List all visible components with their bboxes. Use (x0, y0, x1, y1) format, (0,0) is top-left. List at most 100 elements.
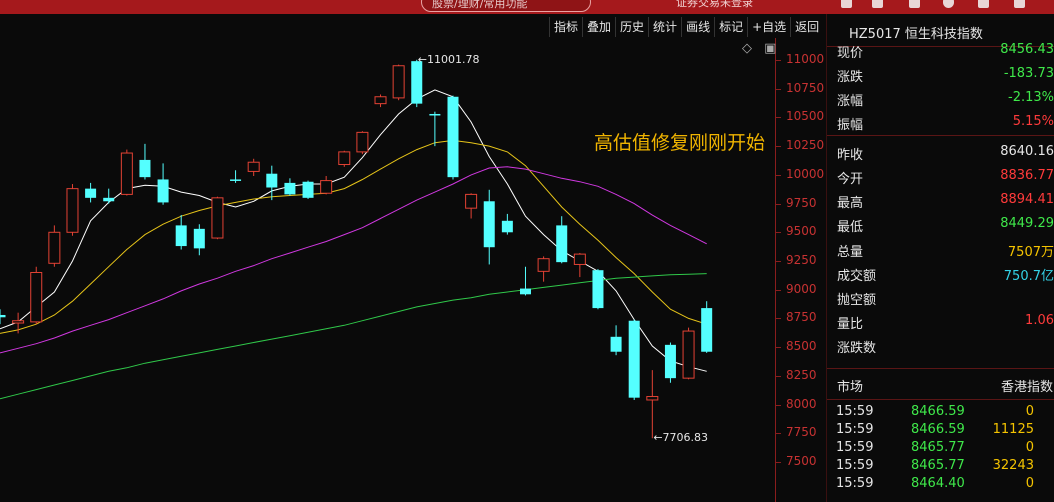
candle-body (447, 96, 459, 178)
y-tick-mark (776, 347, 781, 349)
market-label: 市场 (837, 380, 864, 395)
add-watchlist-button[interactable]: +自选 (747, 17, 791, 37)
chart-window-controls[interactable]: ◇ ▣ (742, 41, 780, 56)
candle-body (701, 308, 713, 352)
candle[interactable] (30, 266, 43, 325)
y-tick-mark (776, 174, 781, 176)
candle[interactable] (266, 165, 278, 201)
candle[interactable] (465, 193, 478, 219)
candle[interactable] (646, 370, 659, 439)
candle-body (537, 258, 550, 272)
candle[interactable] (429, 111, 441, 147)
candle[interactable] (682, 327, 695, 380)
candle[interactable] (230, 170, 242, 183)
candle[interactable] (556, 216, 568, 264)
candle[interactable] (120, 149, 133, 196)
tick-volume: 0 (1025, 476, 1034, 491)
tick-time: 15:59 (836, 458, 874, 473)
candle[interactable] (573, 252, 586, 278)
candle[interactable] (664, 342, 676, 383)
quote-value: 8894.41 (1000, 192, 1054, 207)
candle[interactable] (103, 188, 115, 204)
tick-price: 8465.77 (911, 458, 965, 473)
candle[interactable] (701, 301, 713, 353)
candle[interactable] (374, 94, 387, 108)
overlay-button[interactable]: 叠加 (582, 17, 616, 37)
candle[interactable] (48, 225, 61, 267)
candle[interactable] (338, 150, 351, 167)
candle[interactable] (139, 143, 151, 180)
candle-body (392, 65, 405, 99)
history-button[interactable]: 历史 (615, 17, 649, 37)
candle[interactable] (483, 189, 495, 265)
minimize-icon[interactable] (1014, 0, 1025, 8)
search-placeholder: 股票/理财/常用功能 (432, 0, 528, 10)
candle[interactable] (501, 213, 513, 235)
ma20-line (0, 166, 707, 354)
y-tick-label: 9750 (786, 195, 817, 210)
chart-annotation: 高估值修复刚刚开始 (594, 132, 766, 154)
candle[interactable] (628, 319, 640, 400)
y-tick-mark (776, 318, 781, 320)
draw-line-button[interactable]: 画线 (681, 17, 715, 37)
gear-icon[interactable] (943, 0, 954, 8)
y-tick-mark (776, 60, 781, 61)
candle[interactable] (302, 180, 314, 199)
candle-body (230, 179, 242, 181)
high-price-label: ←11001.78 (417, 52, 480, 66)
candle[interactable] (411, 59, 423, 108)
candle-body (519, 288, 531, 295)
candle[interactable] (284, 178, 296, 196)
candle[interactable] (320, 176, 333, 195)
tick-row: 15:59 8465.77 32243 (827, 458, 1054, 476)
tick-price: 8464.40 (911, 476, 965, 491)
candle[interactable] (392, 64, 405, 101)
quote-row: 总量 7507万 (827, 237, 1054, 261)
candle-body (411, 61, 423, 104)
candle[interactable] (592, 269, 604, 310)
candle-body (628, 320, 640, 398)
candle-body (284, 182, 296, 195)
candle[interactable] (157, 163, 169, 205)
quote-value: 5.15% (1012, 114, 1054, 129)
candle[interactable] (66, 184, 79, 236)
candle[interactable] (247, 158, 260, 177)
quote-label: 涨跌 (837, 70, 864, 85)
back-button[interactable]: 返回 (790, 17, 824, 37)
candle-body (12, 320, 25, 324)
search-input[interactable]: 股票/理财/常用功能 (421, 0, 591, 12)
mark-button[interactable]: 标记 (714, 17, 748, 37)
candle[interactable] (85, 182, 97, 203)
candle[interactable] (610, 325, 622, 356)
candle[interactable] (211, 196, 224, 240)
quote-label: 今开 (837, 172, 864, 187)
excel-icon[interactable] (909, 0, 920, 8)
candle[interactable] (175, 215, 187, 250)
login-status[interactable]: 证券交易未登录 (676, 0, 753, 10)
quote-row: 昨收 8640.16 (827, 140, 1054, 164)
statistics-button[interactable]: 统计 (648, 17, 682, 37)
quote-value: 750.7亿 (1003, 269, 1054, 284)
y-tick-label: 9000 (786, 281, 817, 296)
candle-body (356, 131, 369, 153)
quote-row: 今开 8836.77 (827, 164, 1054, 188)
quote-value: -183.73 (1003, 66, 1054, 81)
tick-price: 8466.59 (911, 422, 965, 437)
y-tick-mark (776, 117, 781, 119)
message-icon[interactable] (872, 0, 883, 8)
candle[interactable] (193, 224, 205, 256)
candle[interactable] (356, 131, 369, 155)
quote-row: 现价 8456.43 (827, 38, 1054, 62)
quote-row: 涨幅 -2.13% (827, 86, 1054, 110)
candle-body (66, 188, 79, 233)
calendar-icon[interactable] (841, 0, 852, 8)
y-tick-label: 9250 (786, 253, 817, 267)
quote-row: 振幅 5.15% (827, 110, 1054, 134)
candle[interactable] (519, 266, 531, 296)
skin-icon[interactable] (978, 0, 989, 8)
indicator-button[interactable]: 指标 (549, 17, 583, 37)
tick-row: 15:59 8466.59 0 (827, 404, 1054, 422)
candle[interactable] (447, 95, 459, 180)
candle[interactable] (537, 256, 550, 282)
candle[interactable] (0, 309, 6, 325)
